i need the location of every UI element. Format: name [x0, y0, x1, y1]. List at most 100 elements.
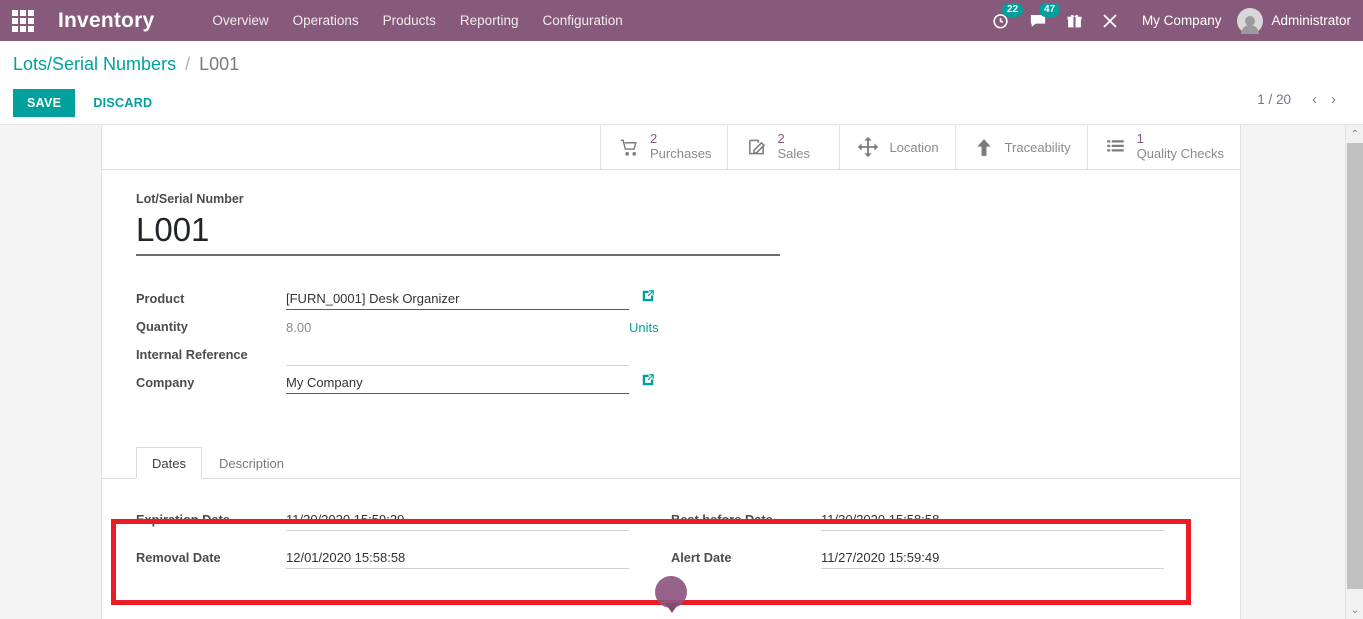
lot-serial-number-label: Lot/Serial Number	[136, 192, 244, 206]
scroll-up-button[interactable]: ⌃	[1346, 125, 1363, 143]
stat-value-purchases: 2	[650, 131, 658, 147]
stat-button-location[interactable]: Location	[839, 125, 954, 169]
stat-label-traceability: Traceability	[1004, 139, 1071, 155]
form-content: Lot/Serial Number L001 Product [FURN_000…	[102, 170, 1240, 394]
pencil-square-icon	[744, 135, 768, 159]
alert-date-input[interactable]: 11/27/2020 15:59:49	[821, 550, 1164, 569]
top-navbar: Inventory Overview Operations Products R…	[0, 0, 1363, 41]
menu-item-reporting[interactable]: Reporting	[448, 9, 531, 32]
user-menu[interactable]: Administrator	[1237, 7, 1351, 34]
menu-item-products[interactable]: Products	[371, 9, 448, 32]
menu-item-overview[interactable]: Overview	[200, 9, 280, 32]
quantity-value: 8.00	[286, 320, 629, 338]
vertical-scrollbar[interactable]: ⌃ ⌄	[1345, 125, 1363, 619]
arrows-move-icon	[856, 135, 880, 159]
stat-value-quality-checks: 1	[1136, 131, 1144, 147]
tab-dates[interactable]: Dates	[136, 447, 202, 479]
field-row-removal-date: Removal Date 12/01/2020 15:58:58	[136, 541, 666, 569]
notebook-tabs: Dates Description	[136, 446, 1240, 479]
form-view-body: 2 Purchases 2 Sales Location Traceabilit…	[0, 125, 1363, 619]
stat-button-box: 2 Purchases 2 Sales Location Traceabilit…	[102, 125, 1240, 170]
stat-button-sales[interactable]: 2 Sales	[727, 125, 839, 169]
expiration-date-label: Expiration Date	[136, 512, 230, 527]
product-label: Product	[136, 291, 185, 306]
navbar-right-section: 22 47 My Company Administrator	[982, 0, 1363, 41]
app-brand-title[interactable]: Inventory	[58, 9, 154, 33]
discard-button[interactable]: DISCARD	[81, 89, 164, 117]
dates-right-column: Best before Date 11/30/2020 15:58:58 Ale…	[671, 503, 1201, 579]
menu-item-operations[interactable]: Operations	[281, 9, 371, 32]
activity-count-badge: 22	[1001, 3, 1024, 17]
breadcrumb-current: L001	[199, 54, 240, 74]
field-row-company: Company My Company	[136, 366, 1240, 394]
user-name-label: Administrator	[1271, 13, 1351, 28]
field-row-product: Product [FURN_0001] Desk Organizer	[136, 282, 1240, 310]
internal-reference-label: Internal Reference	[136, 347, 248, 362]
gift-promo-button[interactable]	[1066, 12, 1083, 30]
field-row-expiration-date: Expiration Date 11/30/2020 15:59:29	[136, 503, 666, 531]
quantity-uom-link[interactable]: Units	[629, 320, 659, 338]
quantity-label: Quantity	[136, 319, 188, 334]
stat-label-quality-checks: Quality Checks	[1136, 146, 1224, 161]
stat-button-quality-checks[interactable]: 1 Quality Checks	[1086, 125, 1240, 169]
quantity-number: 8.00	[286, 320, 312, 335]
scrollbar-thumb[interactable]	[1347, 143, 1363, 589]
record-action-buttons: SAVE DISCARD	[13, 89, 164, 117]
field-row-quantity: Quantity 8.00 Units	[136, 310, 1240, 338]
gift-icon	[1067, 14, 1082, 27]
company-external-link-button[interactable]	[641, 373, 655, 394]
company-label: Company	[136, 375, 195, 390]
best-before-date-input[interactable]: 11/30/2020 15:58:58	[821, 512, 1164, 531]
form-sheet: 2 Purchases 2 Sales Location Traceabilit…	[101, 125, 1241, 619]
scroll-down-button[interactable]: ⌄	[1346, 601, 1363, 619]
field-row-alert-date: Alert Date 11/27/2020 15:59:49	[671, 541, 1201, 569]
save-button[interactable]: SAVE	[13, 89, 76, 117]
pager-next-button[interactable]: ›	[1324, 91, 1343, 108]
product-input[interactable]: [FURN_0001] Desk Organizer	[286, 291, 629, 310]
breadcrumb: Lots/Serial Numbers / L001	[13, 54, 239, 75]
field-row-internal-reference: Internal Reference	[136, 338, 1240, 366]
stat-label-sales: Sales	[777, 146, 810, 161]
wrench-tools-icon	[1103, 13, 1117, 28]
pager-previous-button[interactable]: ‹	[1305, 91, 1324, 108]
external-link-icon	[642, 290, 654, 302]
main-menu: Overview Operations Products Reporting C…	[200, 9, 634, 32]
control-panel: Lots/Serial Numbers / L001 SAVE DISCARD …	[0, 41, 1363, 125]
activity-menu-button[interactable]: 22	[991, 3, 1024, 30]
field-row-best-before-date: Best before Date 11/30/2020 15:58:58	[671, 503, 1201, 531]
alert-date-label: Alert Date	[671, 550, 732, 565]
stat-value-sales: 2	[777, 131, 785, 147]
messaging-menu-button[interactable]: 47	[1028, 3, 1061, 30]
stat-label-location: Location	[889, 139, 939, 155]
tab-description[interactable]: Description	[203, 447, 300, 478]
shopping-cart-icon	[617, 135, 641, 159]
dates-left-column: Expiration Date 11/30/2020 15:59:29 Remo…	[136, 503, 666, 579]
list-icon	[1104, 135, 1128, 159]
cursor-pointer-tip	[665, 603, 679, 613]
lot-serial-number-input[interactable]: L001	[136, 210, 780, 256]
pager-count: 1 / 20	[1257, 92, 1291, 107]
arrow-up-icon	[972, 135, 996, 159]
messages-count-badge: 47	[1038, 3, 1061, 17]
apps-grid-icon[interactable]	[8, 9, 38, 32]
removal-date-input[interactable]: 12/01/2020 15:58:58	[286, 550, 629, 569]
menu-item-configuration[interactable]: Configuration	[530, 9, 634, 32]
company-input[interactable]: My Company	[286, 375, 629, 394]
best-before-date-label: Best before Date	[671, 512, 773, 527]
company-switcher[interactable]: My Company	[1142, 13, 1222, 28]
breadcrumb-separator: /	[185, 54, 191, 74]
form-field-group: Product [FURN_0001] Desk Organizer Quant…	[136, 282, 1240, 394]
removal-date-label: Removal Date	[136, 550, 221, 565]
tab-pane-dates: Expiration Date 11/30/2020 15:59:29 Remo…	[136, 479, 1240, 579]
breadcrumb-root-link[interactable]: Lots/Serial Numbers	[13, 54, 176, 74]
product-external-link-button[interactable]	[641, 289, 655, 310]
internal-reference-input[interactable]	[286, 362, 629, 366]
external-link-icon	[642, 374, 654, 386]
stat-button-purchases[interactable]: 2 Purchases	[600, 125, 727, 169]
stat-button-traceability[interactable]: Traceability	[954, 125, 1087, 169]
stat-label-purchases: Purchases	[650, 146, 712, 161]
expiration-date-input[interactable]: 11/30/2020 15:59:29	[286, 512, 629, 531]
record-pager: 1 / 20 ‹ ›	[1257, 91, 1343, 108]
developer-tools-button[interactable]	[1101, 12, 1119, 30]
notebook: Dates Description Expiration Date 11/30/…	[102, 446, 1240, 579]
